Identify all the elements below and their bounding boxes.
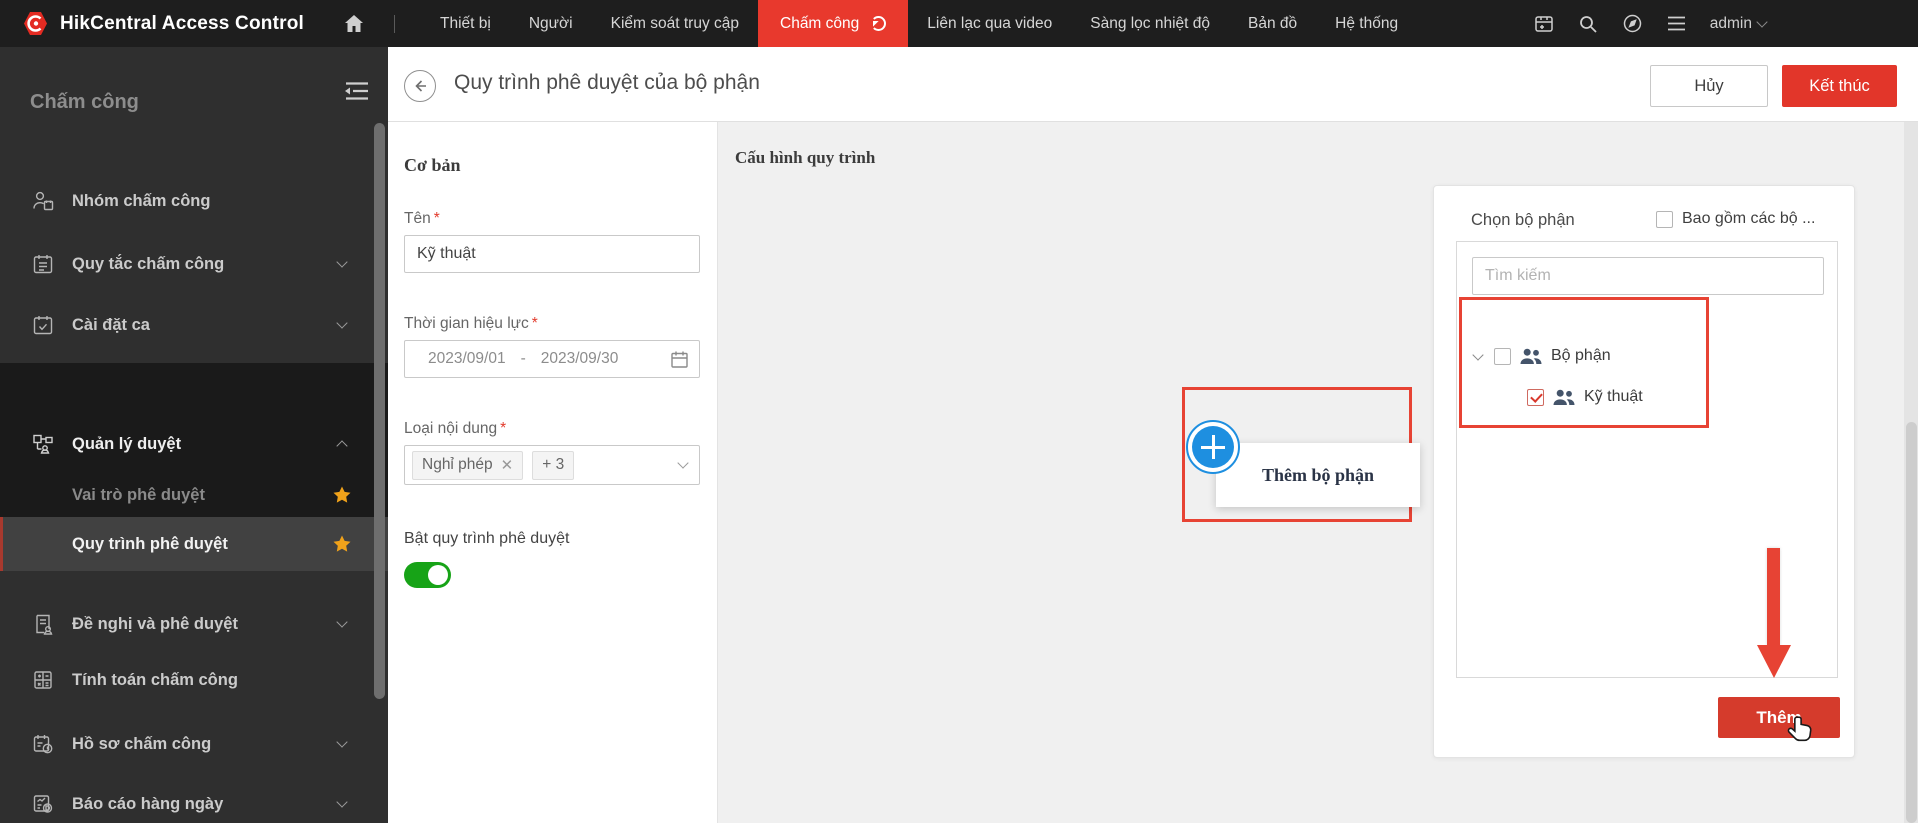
nav-item-devices[interactable]: Thiết bị (421, 0, 510, 47)
home-icon[interactable] (344, 14, 364, 33)
sidebar-item-attendance-group[interactable]: Nhóm chấm công (0, 172, 388, 230)
search-input[interactable] (1472, 257, 1824, 295)
sidebar-item-shift-settings[interactable]: Cài đặt ca (0, 296, 388, 354)
include-label: Bao gồm các bộ ... (1682, 210, 1816, 227)
sidebar-item-request-approval[interactable]: Đề nghị và phê duyệt (0, 595, 388, 653)
department-picker-panel: Chọn bộ phận Bao gồm các bộ ... Bộ phận (1433, 185, 1855, 758)
navbar-menu: Thiết bị Người Kiểm soát truy cập Chấm c… (421, 0, 1417, 47)
nav-item-access-control[interactable]: Kiểm soát truy cập (592, 0, 758, 47)
required-asterisk: * (500, 420, 507, 437)
sidebar-item-attendance-record[interactable]: Hồ sơ chấm công (0, 715, 388, 773)
plus-icon (1192, 426, 1234, 468)
date-range-picker[interactable]: 2023/09/01 - 2023/09/30 (404, 340, 700, 378)
tag-leave: Nghỉ phép ✕ (412, 450, 524, 480)
add-department-button[interactable] (1186, 420, 1240, 474)
toggle-knob (428, 565, 448, 585)
section-title-basic: Cơ bản (404, 155, 461, 175)
approval-management-icon (30, 432, 56, 456)
content-type-select[interactable]: Nghỉ phép ✕ + 3 (404, 445, 700, 485)
date-separator: - (520, 350, 526, 367)
name-input[interactable] (404, 235, 700, 273)
attendance-rule-icon (30, 252, 56, 276)
star-icon[interactable] (332, 534, 352, 554)
annotation-arrow-head (1756, 645, 1791, 678)
nav-item-video-intercom[interactable]: Liên lạc qua video (908, 0, 1071, 47)
start-date[interactable]: 2023/09/01 (428, 350, 506, 368)
enable-flow-toggle[interactable] (404, 562, 451, 588)
content-scrollbar[interactable] (1904, 122, 1918, 823)
add-department-tooltip: Thêm bộ phận (1216, 443, 1420, 507)
sidebar-title: Chấm công (30, 91, 139, 113)
add-button[interactable]: Thêm (1718, 697, 1840, 738)
chevron-down-icon (336, 796, 348, 808)
sidebar-item-attendance-rule[interactable]: Quy tắc chấm công (0, 235, 388, 293)
include-sub-departments[interactable]: Bao gồm các bộ ... (1656, 210, 1846, 228)
sidebar: Chấm công Nhóm chấm công Quy tắc chấm cô… (0, 47, 388, 823)
star-icon[interactable] (332, 485, 352, 505)
attendance-record-icon (30, 732, 56, 756)
basic-form-panel: Cơ bản Tên* Thời gian hiệu lực* 2023/09/… (388, 122, 718, 823)
attendance-calculation-icon (30, 668, 56, 692)
hikvision-logo-icon (22, 10, 49, 37)
username: admin (1709, 14, 1752, 32)
nav-item-attendance-active[interactable]: Chấm công (758, 0, 909, 47)
attendance-group-icon (30, 189, 56, 213)
remove-tag-icon[interactable]: ✕ (501, 456, 514, 474)
request-approval-icon (30, 612, 56, 636)
picker-title: Chọn bộ phận (1471, 211, 1575, 229)
chevron-down-icon (677, 457, 689, 469)
sidebar-collapse-icon[interactable] (342, 79, 372, 103)
sidebar-item-approval-role[interactable]: Vai trò phê duyệt (0, 471, 388, 519)
refresh-icon[interactable] (871, 16, 887, 31)
annotation-rectangle-tree (1459, 297, 1709, 428)
chevron-down-icon (336, 616, 348, 628)
chevron-down-icon (336, 256, 348, 268)
hikcentral-app: HikCentral Access Control Thiết bị Người… (0, 0, 1918, 823)
annotation-arrow (1767, 548, 1780, 647)
user-menu[interactable]: admin (1709, 14, 1768, 33)
navbar-right: admin (1534, 0, 1768, 47)
required-asterisk: * (433, 210, 440, 227)
scrollbar-thumb[interactable] (1905, 422, 1917, 823)
chevron-down-icon (1756, 15, 1768, 28)
brand: HikCentral Access Control (0, 10, 304, 37)
sidebar-scrollbar[interactable] (374, 123, 385, 699)
valid-period-label: Thời gian hiệu lực * (404, 315, 538, 332)
flow-config-title: Cấu hình quy trình (735, 148, 876, 167)
enable-flow-label: Bật quy trình phê duyệt (404, 530, 570, 547)
hamburger-menu-icon[interactable] (1667, 16, 1686, 31)
help-compass-icon[interactable] (1622, 13, 1643, 34)
chevron-down-icon (336, 736, 348, 748)
page-header: Quy trình phê duyệt của bộ phận Hủy Kết … (388, 47, 1918, 122)
shift-settings-icon (30, 313, 56, 337)
nav-item-person[interactable]: Người (510, 0, 592, 47)
wizard-icon[interactable] (1534, 14, 1554, 34)
daily-report-icon (30, 792, 56, 816)
sidebar-item-approval-flow[interactable]: Quy trình phê duyệt (0, 517, 388, 571)
finish-button[interactable]: Kết thúc (1782, 65, 1897, 107)
top-navbar: HikCentral Access Control Thiết bị Người… (0, 0, 1918, 47)
search-icon[interactable] (1578, 14, 1598, 34)
nav-item-system[interactable]: Hệ thống (1316, 0, 1417, 47)
chevron-up-icon (336, 440, 348, 452)
cancel-button[interactable]: Hủy (1650, 65, 1768, 107)
nav-item-temperature-screening[interactable]: Sàng lọc nhiệt độ (1071, 0, 1229, 47)
required-asterisk: * (531, 315, 538, 332)
sidebar-item-approval-management[interactable]: Quản lý duyệt (0, 415, 388, 473)
navbar-divider (393, 14, 395, 33)
name-label: Tên * (404, 210, 440, 227)
sidebar-item-attendance-calculation[interactable]: Tính toán chấm công (0, 651, 388, 709)
end-date[interactable]: 2023/09/30 (541, 350, 619, 368)
tag-more-count: + 3 (532, 450, 575, 480)
chevron-down-icon (336, 317, 348, 329)
content-type-label: Loại nội dung * (404, 420, 507, 437)
sidebar-item-daily-report[interactable]: Báo cáo hàng ngày (0, 775, 388, 823)
back-button[interactable] (404, 70, 436, 102)
include-checkbox[interactable] (1656, 210, 1673, 228)
page-title: Quy trình phê duyệt của bộ phận (454, 71, 760, 94)
nav-item-map[interactable]: Bản đồ (1229, 0, 1316, 47)
brand-title: HikCentral Access Control (60, 12, 304, 34)
calendar-icon[interactable] (670, 350, 689, 369)
mouse-cursor (1785, 715, 1815, 747)
